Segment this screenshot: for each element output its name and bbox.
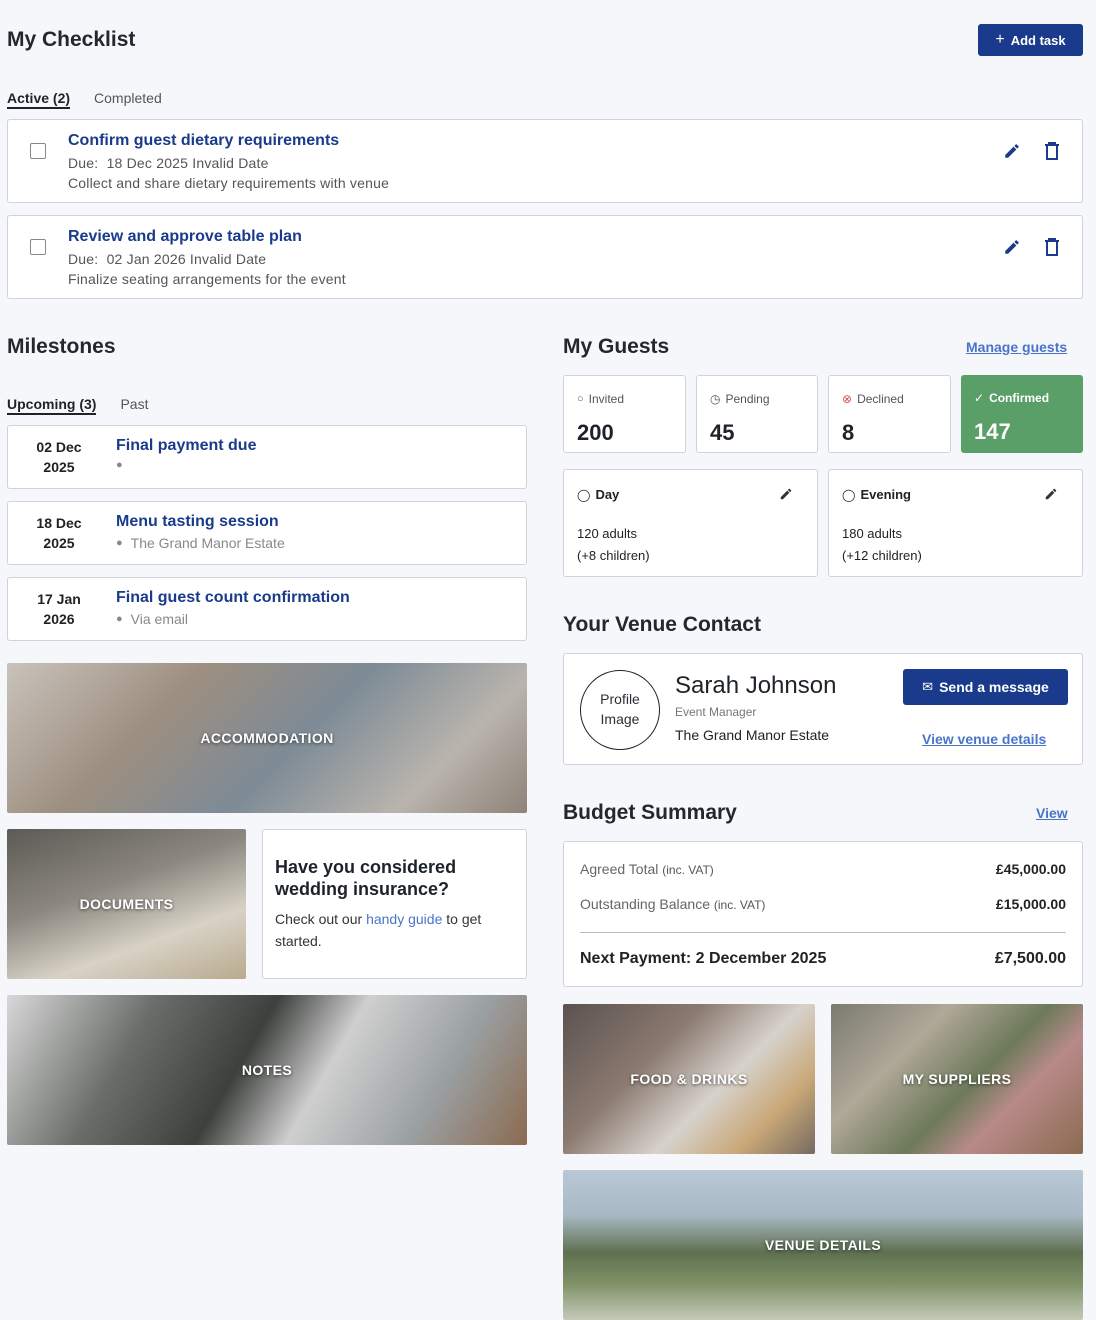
milestone-location: ● Via email — [116, 611, 188, 627]
my-suppliers-tile[interactable]: MY SUPPLIERS — [831, 1004, 1083, 1154]
milestone-location: ● — [116, 459, 256, 471]
insurance-card: Have you considered wedding insurance? C… — [262, 829, 527, 979]
tab-completed[interactable]: Completed — [94, 90, 162, 109]
milestone-title: Final guest count confirmation — [116, 589, 350, 606]
day-children: (+8 children) — [577, 548, 650, 563]
add-task-button[interactable]: + Add task — [978, 24, 1083, 56]
task-checkbox[interactable] — [30, 143, 46, 159]
person-plus-icon: ◯ — [842, 487, 856, 502]
agreed-total-row: Agreed Total (inc. VAT) £45,000.00 — [580, 861, 1066, 877]
checklist-tabs: Active (2) Completed — [7, 90, 162, 109]
notes-label: NOTES — [241, 1062, 293, 1078]
milestone-location: ● The Grand Manor Estate — [116, 535, 285, 551]
plus-icon: + — [995, 31, 1005, 48]
trash-icon[interactable] — [1041, 140, 1063, 162]
documents-label: DOCUMENTS — [79, 896, 174, 912]
stat-invited: ○ Invited 200 — [563, 375, 686, 453]
task-card: Confirm guest dietary requirements Due: … — [7, 119, 1083, 203]
milestone-date: 17 Jan 2026 — [37, 591, 81, 627]
insurance-text: Check out our handy guide to get started… — [275, 911, 482, 949]
manage-guests-link[interactable]: Manage guests — [966, 339, 1067, 355]
evening-guests-card: ◯ Evening 180 adults (+12 children) — [828, 469, 1083, 577]
budget-divider — [580, 932, 1066, 933]
tab-past[interactable]: Past — [120, 396, 148, 415]
pin-icon: ● — [116, 537, 123, 549]
venue-contact-title: Your Venue Contact — [563, 613, 761, 636]
tab-active[interactable]: Active (2) — [7, 90, 71, 109]
tab-upcoming[interactable]: Upcoming (3) — [7, 396, 97, 415]
edit-icon[interactable] — [776, 484, 796, 504]
day-guests-card: ◯ Day 120 adults (+8 children) — [563, 469, 818, 577]
accommodation-tile[interactable]: ACCOMMODATION — [7, 663, 527, 813]
milestone-card[interactable]: 17 Jan 2026 Final guest count confirmatio… — [7, 577, 527, 641]
task-title[interactable]: Confirm guest dietary requirements — [68, 132, 389, 150]
pin-icon: ● — [116, 459, 123, 471]
documents-tile[interactable]: DOCUMENTS — [7, 829, 246, 979]
milestone-date: 18 Dec 2025 — [36, 515, 82, 551]
venue-contact-card: Profile Image Sarah Johnson Event Manage… — [563, 653, 1083, 765]
handy-guide-link[interactable]: handy guide — [366, 911, 442, 927]
food-drinks-tile[interactable]: FOOD & DRINKS — [563, 1004, 815, 1154]
outstanding-row: Outstanding Balance (inc. VAT) £15,000.0… — [580, 896, 1066, 912]
send-message-button[interactable]: ✉ Send a message — [903, 669, 1068, 705]
stat-confirmed: ✓ Confirmed 147 — [961, 375, 1083, 453]
task-card: Review and approve table plan Due: 02 Ja… — [7, 215, 1083, 299]
edit-icon[interactable] — [1041, 484, 1061, 504]
milestone-card[interactable]: 18 Dec 2025 Menu tasting session ● The Gra… — [7, 501, 527, 565]
milestone-card[interactable]: 02 Dec 2025 Final payment due ● — [7, 425, 527, 489]
check-circle-icon: ✓ — [974, 391, 985, 405]
task-due: Due: 02 Jan 2026 Invalid Date — [68, 251, 267, 267]
declined-icon: ⊗ — [842, 392, 853, 406]
task-due: Due: 18 Dec 2025 Invalid Date — [68, 155, 269, 171]
mail-icon: ✉ — [922, 679, 934, 694]
evening-adults: 180 adults — [842, 526, 902, 541]
trash-icon[interactable] — [1041, 236, 1063, 258]
milestone-title: Menu tasting session — [116, 513, 279, 530]
insurance-title: Have you considered wedding insurance? — [275, 857, 457, 899]
budget-view-link[interactable]: View — [1036, 805, 1068, 821]
contact-name: Sarah Johnson — [675, 672, 837, 699]
budget-card: Agreed Total (inc. VAT) £45,000.00 Outst… — [563, 841, 1083, 987]
contact-venue: The Grand Manor Estate — [675, 727, 830, 743]
person-icon: ◯ — [577, 487, 591, 502]
guests-title: My Guests — [563, 335, 670, 358]
pin-icon: ● — [116, 613, 123, 625]
food-drinks-label: FOOD & DRINKS — [630, 1071, 748, 1087]
task-description: Finalize seating arrangements for the ev… — [68, 271, 346, 287]
venue-details-tile[interactable]: VENUE DETAILS — [563, 1170, 1083, 1320]
profile-image: Profile Image — [580, 670, 660, 750]
budget-title: Budget Summary — [563, 801, 737, 824]
evening-children: (+12 children) — [842, 548, 922, 563]
task-description: Collect and share dietary requirements w… — [68, 175, 390, 191]
edit-icon[interactable] — [1001, 140, 1023, 162]
task-title[interactable]: Review and approve table plan — [68, 228, 346, 246]
clock-icon: ◷ — [710, 392, 721, 406]
stat-pending: ◷ Pending 45 — [696, 375, 818, 453]
milestone-date: 02 Dec 2025 — [36, 439, 82, 475]
person-icon: ○ — [577, 393, 584, 405]
contact-role: Event Manager — [675, 705, 757, 719]
task-checkbox[interactable] — [30, 239, 46, 255]
my-suppliers-label: MY SUPPLIERS — [902, 1071, 1012, 1087]
milestone-title: Final payment due — [116, 437, 257, 454]
venue-details-label: VENUE DETAILS — [764, 1237, 882, 1253]
notes-tile[interactable]: NOTES — [7, 995, 527, 1145]
day-adults: 120 adults — [577, 526, 637, 541]
next-payment-row: Next Payment: 2 December 2025 £7,500.00 — [580, 950, 1066, 967]
milestone-tabs: Upcoming (3) Past — [7, 396, 148, 415]
milestones-title: Milestones — [7, 335, 116, 358]
checklist-title: My Checklist — [7, 28, 136, 51]
stat-declined: ⊗ Declined 8 — [828, 375, 951, 453]
edit-icon[interactable] — [1001, 236, 1023, 258]
accommodation-label: ACCOMMODATION — [200, 730, 334, 746]
view-venue-details-link[interactable]: View venue details — [922, 731, 1046, 747]
